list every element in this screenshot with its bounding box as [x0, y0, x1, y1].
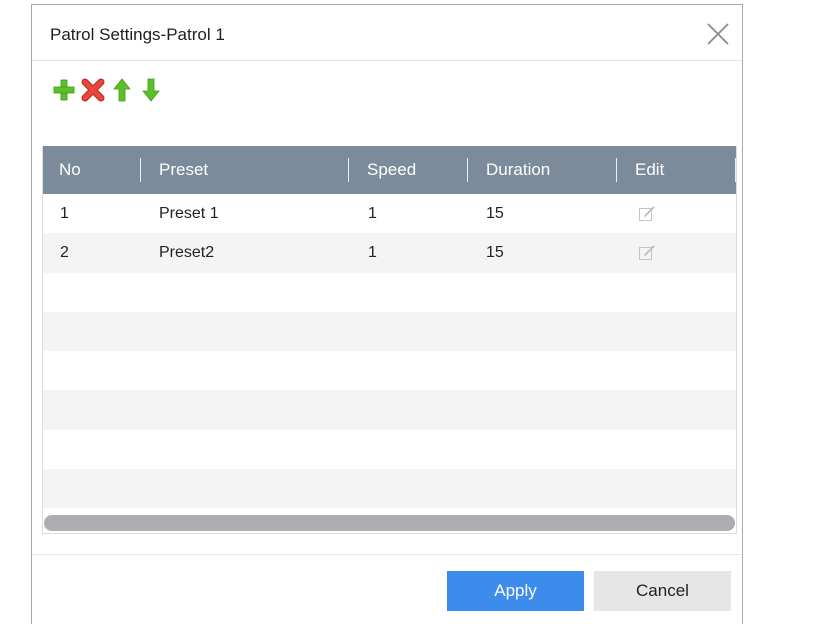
- empty-row: [43, 390, 736, 430]
- table-row[interactable]: 1 Preset 1 1 15: [43, 194, 736, 233]
- patrol-settings-dialog: Patrol Settings-Patrol 1 No Preset Speed…: [31, 4, 743, 624]
- empty-row: [43, 273, 736, 312]
- column-divider: [467, 158, 468, 182]
- apply-button[interactable]: Apply: [447, 571, 584, 611]
- column-header-edit: Edit: [635, 160, 665, 179]
- column-header-duration: Duration: [486, 160, 551, 179]
- cell-no: 1: [60, 205, 69, 222]
- table-row[interactable]: 2 Preset2 1 15: [43, 233, 736, 273]
- column-header-no: No: [59, 160, 81, 179]
- footer-divider: [32, 554, 742, 555]
- horizontal-scrollbar[interactable]: [44, 515, 735, 531]
- preset-table: No Preset Speed Duration Edit 1 Preset 1…: [42, 146, 737, 534]
- cell-no: 2: [60, 244, 69, 262]
- empty-row: [43, 311, 736, 352]
- column-divider: [140, 158, 141, 182]
- dialog-title: Patrol Settings-Patrol 1: [50, 25, 225, 44]
- cell-speed: 1: [368, 244, 377, 262]
- column-divider: [348, 158, 349, 182]
- cell-preset: Preset2: [159, 244, 215, 262]
- empty-row: [43, 430, 736, 469]
- move-up-icon[interactable]: [110, 77, 134, 103]
- edit-icon[interactable]: [638, 244, 656, 262]
- column-header-speed: Speed: [367, 160, 417, 179]
- table-body: 1 Preset 1 1 15 2 Preset2 1 15: [43, 194, 736, 509]
- dialog-titlebar: Patrol Settings-Patrol 1: [32, 5, 742, 61]
- cell-preset: Preset 1: [159, 205, 219, 222]
- toolbar: [52, 77, 163, 103]
- table-header: No Preset Speed Duration Edit: [43, 146, 736, 194]
- move-down-icon[interactable]: [139, 77, 163, 103]
- empty-row: [43, 351, 736, 390]
- delete-icon[interactable]: [81, 77, 105, 103]
- edit-icon[interactable]: [638, 205, 656, 223]
- cell-speed: 1: [368, 205, 377, 222]
- column-divider: [735, 158, 736, 182]
- cell-duration: 15: [486, 244, 504, 262]
- cancel-button[interactable]: Cancel: [594, 571, 731, 611]
- close-icon[interactable]: [706, 22, 730, 46]
- cell-duration: 15: [486, 205, 504, 222]
- empty-row: [43, 469, 736, 509]
- column-divider: [616, 158, 617, 182]
- add-icon[interactable]: [52, 77, 76, 103]
- column-header-preset: Preset: [159, 160, 209, 179]
